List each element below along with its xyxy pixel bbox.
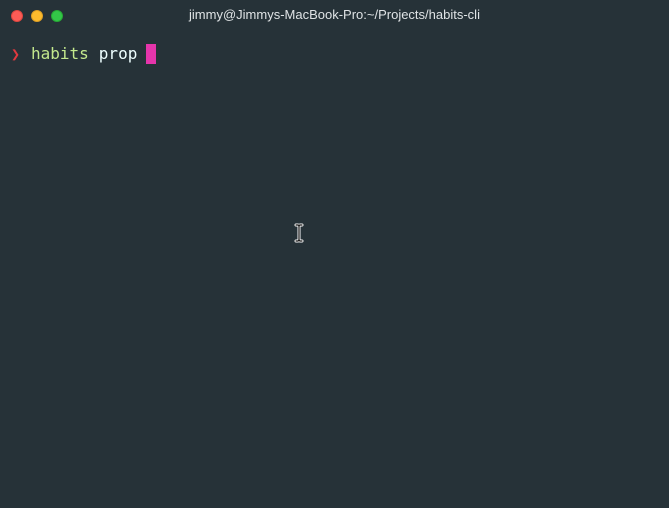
block-cursor (146, 44, 157, 64)
text-ibeam-cursor-icon (294, 223, 304, 243)
prompt-line: ❯ habits prop (11, 44, 157, 64)
terminal-window: jimmy@Jimmys-MacBook-Pro:~/Projects/habi… (0, 0, 669, 508)
terminal-area[interactable]: ❯ habits prop (0, 30, 669, 508)
argument-text: prop (98, 44, 138, 63)
title-bar[interactable]: jimmy@Jimmys-MacBook-Pro:~/Projects/habi… (0, 0, 669, 30)
command-text: habits (31, 44, 89, 63)
prompt-arrow-icon: ❯ (11, 45, 21, 63)
window-title: jimmy@Jimmys-MacBook-Pro:~/Projects/habi… (189, 7, 480, 22)
